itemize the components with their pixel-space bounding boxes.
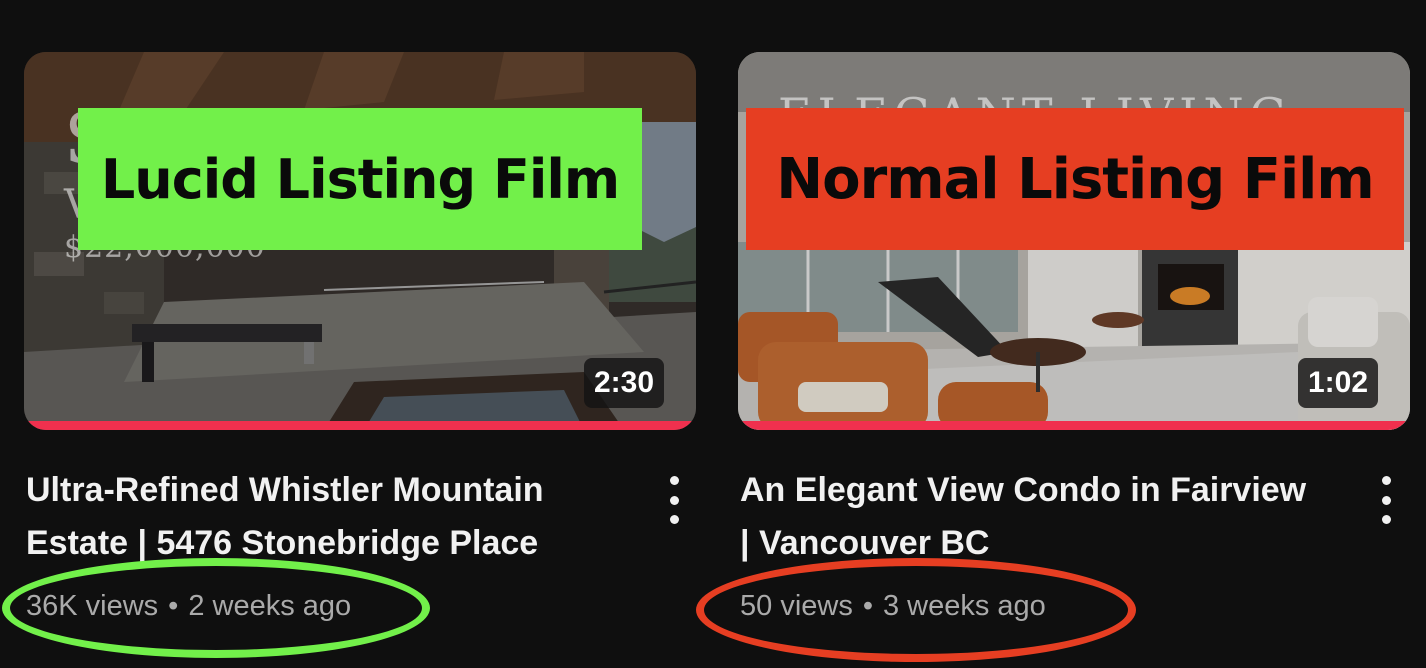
video-thumbnail[interactable]: S V $22,000,000 Lucid Listing Film 2:30 (24, 52, 696, 430)
meta-separator: • (168, 590, 179, 622)
watched-progress-bar (24, 421, 696, 430)
meta-separator: • (862, 590, 873, 622)
lucid-listing-film-banner: Lucid Listing Film (78, 108, 642, 250)
video-card-normal[interactable]: ELEGANT LIVING Normal Listing Film 1:02 … (738, 52, 1410, 662)
upload-age: 3 weeks ago (882, 590, 1046, 622)
view-count: 36K views (26, 590, 159, 622)
normal-listing-film-banner: Normal Listing Film (746, 108, 1404, 250)
video-title[interactable]: Ultra-Refined Whistler Mountain Estate |… (26, 464, 606, 570)
video-card-lucid[interactable]: S V $22,000,000 Lucid Listing Film 2:30 … (24, 52, 696, 662)
video-thumbnail[interactable]: ELEGANT LIVING Normal Listing Film 1:02 (738, 52, 1410, 430)
view-count: 50 views (740, 590, 853, 622)
duration-badge: 2:30 (583, 358, 664, 408)
watched-progress-bar (738, 421, 1410, 430)
video-meta: 36K views • 2 weeks ago (26, 590, 351, 623)
more-vert-icon[interactable] (664, 476, 684, 524)
duration-badge: 1:02 (1297, 358, 1378, 408)
upload-age: 2 weeks ago (188, 590, 352, 622)
more-vert-icon[interactable] (1376, 476, 1396, 524)
video-title[interactable]: An Elegant View Condo in Fairview | Vanc… (740, 464, 1320, 570)
video-meta: 50 views • 3 weeks ago (740, 590, 1046, 623)
video-grid: S V $22,000,000 Lucid Listing Film 2:30 … (0, 0, 1426, 668)
